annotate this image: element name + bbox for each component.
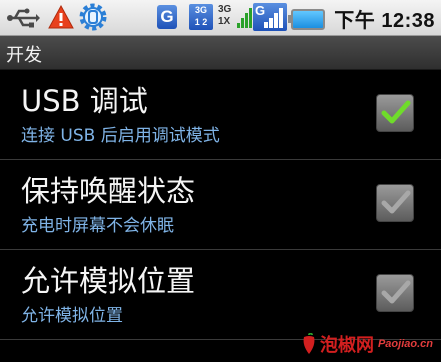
stay-awake-checkbox[interactable] bbox=[376, 184, 414, 222]
setting-title: 保持唤醒状态 bbox=[21, 174, 196, 208]
title-bar: 开发 bbox=[0, 36, 441, 70]
setting-title: USB 调试 bbox=[21, 84, 148, 118]
setting-stay-awake[interactable]: 保持唤醒状态 充电时屏幕不会休眠 bbox=[0, 160, 441, 248]
mock-locations-checkbox[interactable] bbox=[376, 274, 414, 312]
usb-icon bbox=[7, 8, 40, 28]
checkmark-icon bbox=[381, 100, 411, 124]
clock: 下午 12:38 bbox=[334, 10, 435, 32]
checkmark-icon bbox=[381, 190, 411, 214]
setting-usb-debugging[interactable]: USB 调试 连接 USB 后启用调试模式 bbox=[0, 70, 441, 158]
setting-mock-locations[interactable]: 允许模拟位置 允许模拟位置 bbox=[0, 250, 441, 338]
3g-icon-top-label: 3G bbox=[194, 5, 207, 15]
watermark-text: 泡椒网 bbox=[319, 335, 374, 355]
network-label-1x: 1X bbox=[218, 16, 231, 27]
setting-title: 允许模拟位置 bbox=[21, 264, 196, 298]
usb-debugging-checkbox[interactable] bbox=[376, 94, 414, 132]
status-bar: G 3G 1 2 3G 1X G 下午 12:38 bbox=[0, 0, 441, 36]
setting-summary: 允许模拟位置 bbox=[21, 306, 123, 326]
3g-icon-bottom-label: 1 2 bbox=[194, 17, 208, 27]
3g-icon: 3G 1 2 bbox=[189, 4, 213, 30]
g-signal-icon: G bbox=[253, 3, 287, 31]
g-icon: G bbox=[157, 5, 177, 29]
warning-icon bbox=[48, 5, 74, 29]
watermark: 泡椒网 Paojiao.cn bbox=[300, 332, 433, 356]
pepper-logo-icon bbox=[303, 333, 315, 354]
watermark-site: Paojiao.cn bbox=[377, 338, 433, 350]
setting-summary: 充电时屏幕不会休眠 bbox=[21, 216, 174, 236]
network-label-3g: 3G bbox=[218, 4, 232, 15]
network-type-labels: 3G 1X bbox=[218, 4, 238, 28]
checkmark-icon bbox=[381, 280, 411, 304]
debug-gear-icon bbox=[79, 3, 107, 31]
battery-icon bbox=[288, 9, 325, 30]
signal-icon bbox=[237, 8, 252, 28]
setting-summary: 连接 USB 后启用调试模式 bbox=[21, 126, 220, 146]
page-title: 开发 bbox=[6, 45, 42, 66]
